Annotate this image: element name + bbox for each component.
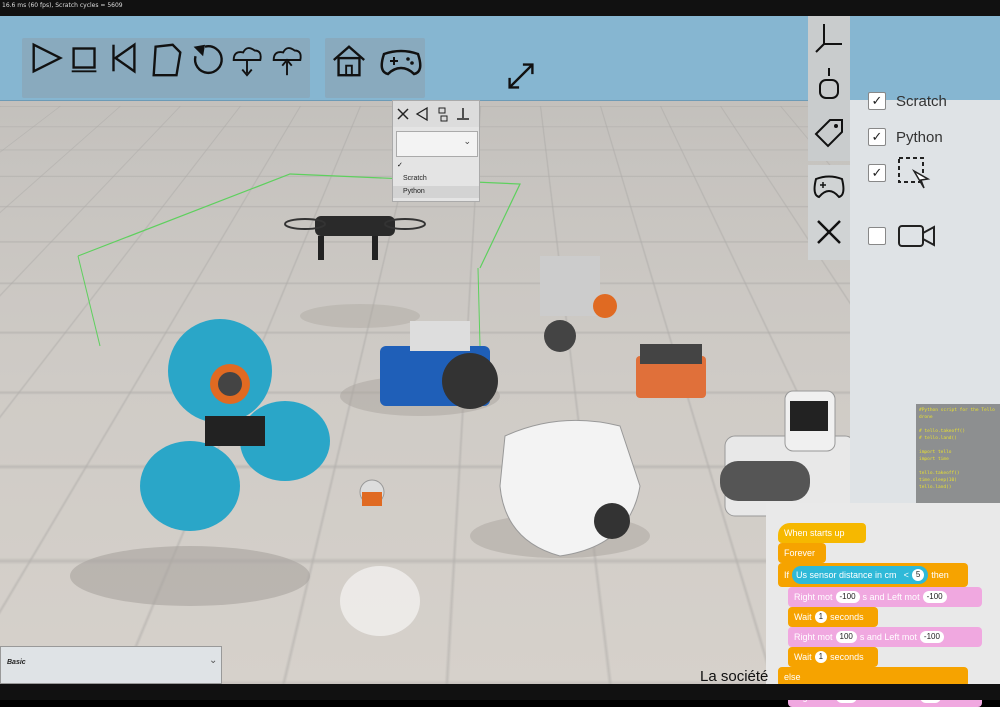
when-starts-block[interactable]: When starts up: [778, 523, 866, 543]
language-popup: ⌄ ✓ Scratch Python: [392, 100, 480, 202]
code-line: # tello.takeoff(): [919, 429, 966, 434]
motor-label: s and Left mot: [859, 632, 917, 642]
language-option-python[interactable]: Python: [393, 186, 479, 198]
python-checkbox[interactable]: ✓: [868, 128, 886, 146]
code-line: #Python script for the Tello drone: [919, 408, 995, 420]
object-drop-icon[interactable]: [812, 66, 846, 100]
chevron-down-icon: ⌄: [209, 655, 218, 666]
option-scratch-label: Scratch: [896, 92, 947, 110]
wait-value[interactable]: 1: [814, 651, 828, 663]
main-toolbar: [0, 16, 850, 101]
mode-dropdown[interactable]: Basic ⌄: [0, 646, 222, 684]
selection-checkbox[interactable]: ✓: [868, 164, 886, 182]
motor-label: Right mot: [794, 632, 833, 642]
undo-icon[interactable]: [186, 40, 224, 80]
option-python[interactable]: ✓ Python: [868, 126, 943, 148]
option-camera[interactable]: [868, 225, 938, 247]
tank-robot: [720, 390, 856, 517]
forever-label: Forever: [784, 548, 816, 558]
language-select[interactable]: ⌄: [396, 131, 478, 157]
code-line: tello.takeoff(): [919, 471, 960, 476]
camera-checkbox[interactable]: [868, 227, 886, 245]
forever-block[interactable]: Forever: [778, 543, 826, 563]
tag-icon[interactable]: [812, 116, 846, 150]
wait-unit: seconds: [830, 612, 864, 622]
tello-drone: [284, 216, 426, 260]
code-line: # tello.land(): [919, 436, 957, 441]
motor-block-2[interactable]: Right mot 100 s and Left mot -100: [788, 627, 982, 647]
when-starts-label: When starts up: [784, 528, 845, 538]
sensor-value-input[interactable]: 5: [911, 569, 925, 581]
compare-operator: <: [903, 570, 909, 580]
wait-unit: seconds: [830, 652, 864, 662]
company-text: La société: [700, 668, 769, 685]
wait-label: Wait: [794, 612, 812, 622]
home-icon[interactable]: [330, 40, 368, 80]
mbot-robot: [380, 321, 498, 409]
stop-icon[interactable]: [66, 38, 104, 78]
option-selection[interactable]: ✓: [868, 157, 932, 189]
else-label: else: [784, 672, 801, 682]
code-line: import tello: [919, 450, 952, 455]
window-bottom-strip: [0, 684, 1000, 700]
wait-value[interactable]: 1: [814, 611, 828, 623]
axes-icon[interactable]: [812, 20, 846, 54]
cloud-upload-icon[interactable]: [268, 40, 306, 80]
window-top-strip: 16.6 ms (60 fps), Scratch cycles = 5609: [0, 0, 1000, 16]
right-motor-value[interactable]: -100: [835, 591, 860, 603]
rewind-icon[interactable]: [104, 38, 142, 78]
if-block[interactable]: If Us sensor distance in cm < 5 then: [778, 563, 968, 587]
lego-robot: [540, 256, 617, 352]
motor-block-1[interactable]: Right mot -100 s and Left mot -100: [788, 587, 982, 607]
fps-stats: 16.6 ms (60 fps), Scratch cycles = 5609: [2, 2, 123, 9]
language-option-scratch[interactable]: Scratch: [393, 173, 479, 185]
option-scratch[interactable]: ✓ Scratch: [868, 90, 947, 112]
resize-arrow-icon[interactable]: [502, 56, 540, 96]
popup-tool-icons[interactable]: [395, 104, 477, 124]
cloud-download-icon[interactable]: [228, 40, 266, 80]
sensor-condition[interactable]: Us sensor distance in cm < 5: [792, 566, 929, 584]
right-panel-header: [850, 16, 1000, 100]
mode-dropdown-value: Basic: [7, 659, 26, 666]
left-motor-value[interactable]: -100: [922, 591, 947, 603]
wait-block-1[interactable]: Wait 1 seconds: [788, 607, 878, 627]
play-icon[interactable]: [28, 38, 66, 78]
motor-label: Right mot: [794, 592, 833, 602]
dash-robot: [140, 319, 330, 531]
code-line: import time: [919, 457, 949, 462]
new-file-icon[interactable]: [148, 40, 186, 80]
vertical-toolbar-secondary: [808, 165, 850, 260]
scratch-code-area[interactable]: When starts up Forever If Us sensor dist…: [766, 503, 1000, 707]
right-motor-value[interactable]: 100: [835, 631, 857, 643]
gamepad-icon[interactable]: [378, 42, 424, 82]
then-label: then: [931, 570, 949, 580]
left-motor-value[interactable]: -100: [919, 631, 944, 643]
wait-block-2[interactable]: Wait 1 seconds: [788, 647, 878, 667]
light-sphere: [359, 479, 385, 506]
gamepad-icon[interactable]: [812, 169, 846, 203]
code-line: tello.land(): [919, 485, 952, 490]
chevron-down-icon: ⌄: [463, 136, 471, 146]
wait-label: Wait: [794, 652, 812, 662]
motor-label: s and Left mot: [862, 592, 920, 602]
selected-check-mark: ✓: [397, 162, 403, 169]
selection-cursor-icon: [898, 157, 931, 189]
edison-robot: [636, 344, 706, 398]
camera-icon: [898, 225, 935, 247]
vertical-toolbar: [808, 16, 850, 161]
scratch-checkbox[interactable]: ✓: [868, 92, 886, 110]
language-popup-toolbar: [393, 101, 479, 127]
code-line: time.sleep(10): [919, 478, 957, 483]
option-python-label: Python: [896, 128, 943, 146]
sensor-label: Us sensor distance in cm: [796, 570, 897, 580]
if-label: If: [784, 570, 790, 580]
tools-icon[interactable]: [812, 215, 846, 249]
